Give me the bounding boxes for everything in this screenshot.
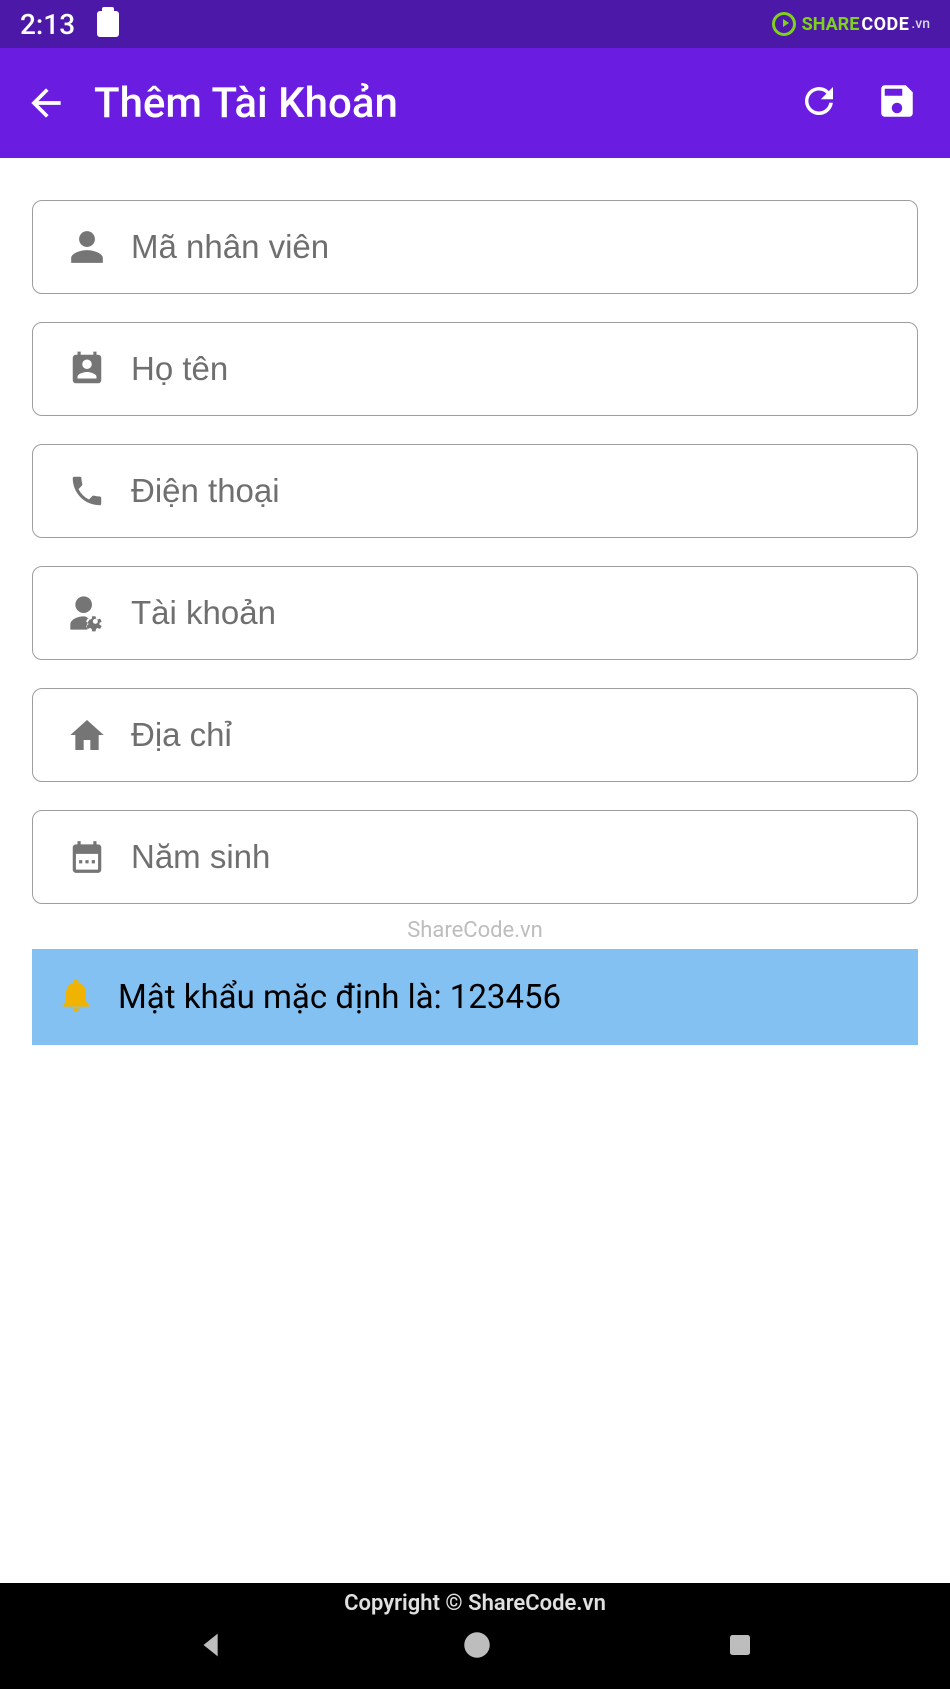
circle-home-icon [460,1628,494,1662]
sd-card-icon [97,11,119,37]
footer: Copyright © ShareCode.vn [0,1583,950,1689]
nav-home-button[interactable] [460,1628,494,1666]
calendar-icon [59,838,115,876]
status-left: 2:13 [20,8,119,41]
status-right: SHARECODE.vn [772,12,930,36]
save-button[interactable] [876,80,918,126]
contact-icon [59,350,115,388]
employee-id-field[interactable] [32,200,918,294]
birthyear-input[interactable] [131,838,891,876]
account-input[interactable] [131,594,891,632]
square-recent-icon [725,1630,755,1660]
bell-icon [56,975,96,1019]
back-button[interactable] [24,81,94,125]
refresh-icon [798,80,840,122]
sharecode-logo: SHARECODE.vn [802,14,930,35]
notice-text: Mật khẩu mặc định là: 123456 [118,978,561,1017]
arrow-back-icon [24,81,68,125]
form-content: ShareCode.vn Mật khẩu mặc định là: 12345… [0,158,950,1045]
fullname-input[interactable] [131,350,891,388]
copyright-text: Copyright © ShareCode.vn [0,1583,950,1616]
status-time: 2:13 [20,8,75,41]
refresh-button[interactable] [798,80,840,126]
default-password-notice: Mật khẩu mặc định là: 123456 [32,949,918,1045]
employee-id-input[interactable] [131,228,891,266]
appbar-actions [798,80,926,126]
page-title: Thêm Tài Khoản [94,79,798,128]
home-icon [59,715,115,755]
android-status-bar: 2:13 SHARECODE.vn [0,0,950,48]
phone-field[interactable] [32,444,918,538]
logo-suffix: .vn [911,16,930,32]
save-icon [876,80,918,122]
birthyear-field[interactable] [32,810,918,904]
address-input[interactable] [131,716,891,754]
android-nav-bar [0,1616,950,1678]
nav-back-button[interactable] [195,1628,229,1666]
phone-input[interactable] [131,472,891,510]
person-settings-icon [59,593,115,633]
person-icon [59,228,115,266]
triangle-back-icon [195,1628,229,1662]
phone-icon [59,472,115,510]
nav-recent-button[interactable] [725,1630,755,1664]
fullname-field[interactable] [32,322,918,416]
app-bar: Thêm Tài Khoản [0,48,950,158]
address-field[interactable] [32,688,918,782]
account-field[interactable] [32,566,918,660]
watermark-text: ShareCode.vn [32,918,918,943]
sharecode-recycle-icon [772,12,796,36]
logo-green: SHARE [802,14,860,35]
logo-white: CODE [861,14,909,35]
